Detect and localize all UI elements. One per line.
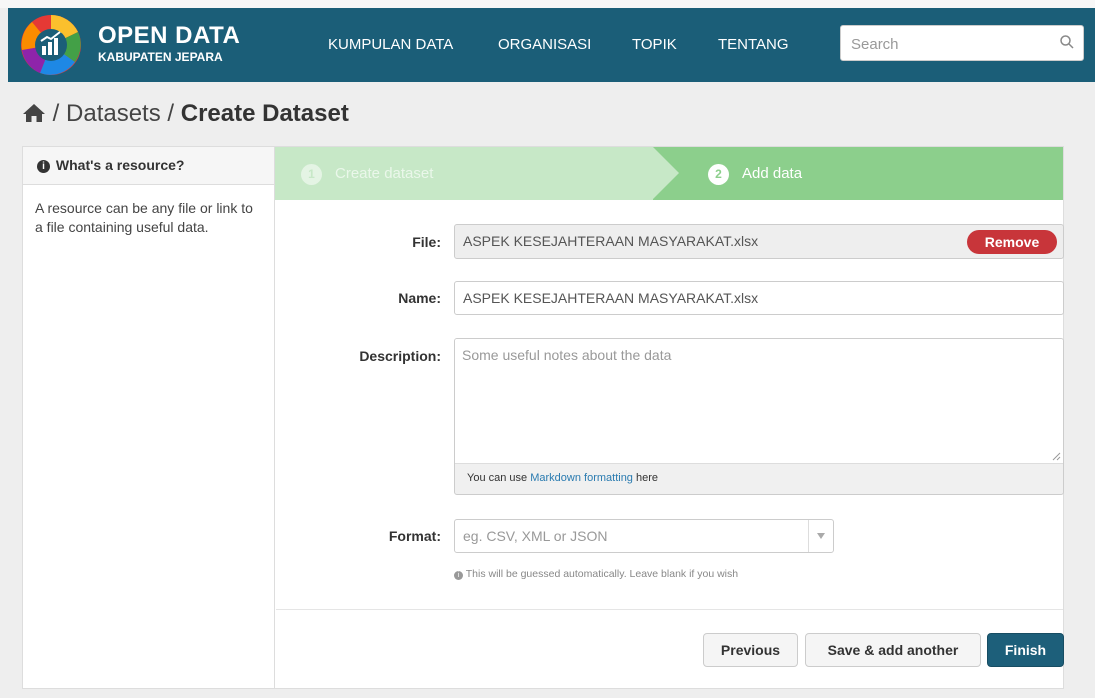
name-value: ASPEK KESEJAHTERAAN MASYARAKAT.xlsx bbox=[463, 290, 759, 306]
markdown-link[interactable]: Markdown formatting bbox=[530, 472, 633, 484]
search-box[interactable] bbox=[840, 25, 1084, 61]
help-icon: i bbox=[454, 571, 463, 580]
format-help-text: This will be guessed automatically. Leav… bbox=[465, 568, 739, 580]
finish-button[interactable]: Finish bbox=[987, 633, 1064, 667]
save-add-another-button[interactable]: Save & add another bbox=[805, 633, 981, 667]
breadcrumb: / Datasets / Create Dataset bbox=[22, 100, 349, 128]
top-strip bbox=[0, 0, 1095, 8]
stage-1-number: 1 bbox=[301, 164, 322, 185]
nav-organisasi[interactable]: ORGANISASI bbox=[498, 36, 591, 54]
format-select[interactable]: eg. CSV, XML or JSON bbox=[454, 519, 834, 553]
sidebar-heading: i What's a resource? bbox=[23, 147, 274, 185]
stage-2-number: 2 bbox=[708, 164, 729, 185]
brand-title[interactable]: OPEN DATA bbox=[98, 24, 240, 48]
breadcrumb-separator: / bbox=[167, 100, 175, 127]
nav-kumpulan-data[interactable]: KUMPULAN DATA bbox=[328, 36, 453, 54]
nav-tentang[interactable]: TENTANG bbox=[718, 36, 789, 54]
home-icon[interactable] bbox=[22, 103, 46, 123]
stage-arrow bbox=[653, 147, 679, 199]
file-field: ASPEK KESEJAHTERAAN MASYARAKAT.xlsx Remo… bbox=[454, 224, 1064, 259]
markdown-suffix: here bbox=[636, 472, 659, 484]
markdown-prefix: You can use bbox=[467, 472, 528, 484]
remove-button[interactable]: Remove bbox=[967, 230, 1057, 254]
format-help: i This will be guessed automatically. Le… bbox=[454, 568, 738, 580]
form-divider bbox=[276, 609, 1063, 610]
sidebar-body: A resource can be any file or link to a … bbox=[35, 200, 253, 235]
sidebar-heading-text: What's a resource? bbox=[55, 157, 185, 173]
description-textarea[interactable]: Some useful notes about the data bbox=[455, 339, 1063, 464]
search-input[interactable] bbox=[849, 31, 1053, 57]
format-label: Format: bbox=[388, 528, 441, 544]
format-dropdown[interactable] bbox=[808, 520, 833, 552]
resize-handle-icon[interactable] bbox=[1051, 451, 1061, 461]
markdown-hint: You can use Markdown formatting here bbox=[467, 472, 658, 484]
logo-icon[interactable] bbox=[20, 14, 82, 76]
nav-topik[interactable]: TOPIK bbox=[632, 36, 677, 54]
navbar: OPEN DATA KABUPATEN JEPARA KUMPULAN DATA… bbox=[8, 8, 1095, 82]
main-card: i What's a resource? A resource can be a… bbox=[22, 146, 1064, 689]
info-icon: i bbox=[37, 160, 50, 173]
file-label: File: bbox=[412, 234, 441, 250]
brand-subtitle[interactable]: KABUPATEN JEPARA bbox=[98, 50, 223, 64]
sidebar: i What's a resource? A resource can be a… bbox=[23, 147, 275, 688]
stage-create-dataset[interactable]: 1 Create dataset bbox=[275, 147, 653, 200]
search-icon[interactable] bbox=[1059, 34, 1075, 50]
description-box: Some useful notes about the data You can… bbox=[454, 338, 1064, 495]
stages-bar: 1 Create dataset 2 Add data bbox=[275, 147, 1063, 200]
stage-2-label: Add data bbox=[742, 165, 803, 182]
description-label: Description: bbox=[359, 348, 441, 364]
caret-down-icon bbox=[817, 533, 825, 539]
file-name: ASPEK KESEJAHTERAAN MASYARAKAT.xlsx bbox=[463, 233, 759, 249]
name-label: Name: bbox=[398, 290, 441, 306]
breadcrumb-datasets[interactable]: Datasets bbox=[66, 100, 161, 127]
breadcrumb-current: Create Dataset bbox=[180, 100, 349, 127]
breadcrumb-separator: / bbox=[52, 100, 60, 127]
previous-button[interactable]: Previous bbox=[703, 633, 798, 667]
description-placeholder: Some useful notes about the data bbox=[462, 347, 672, 363]
stage-1-label: Create dataset bbox=[335, 165, 434, 182]
format-placeholder: eg. CSV, XML or JSON bbox=[463, 528, 608, 544]
name-field[interactable]: ASPEK KESEJAHTERAAN MASYARAKAT.xlsx bbox=[454, 281, 1064, 315]
